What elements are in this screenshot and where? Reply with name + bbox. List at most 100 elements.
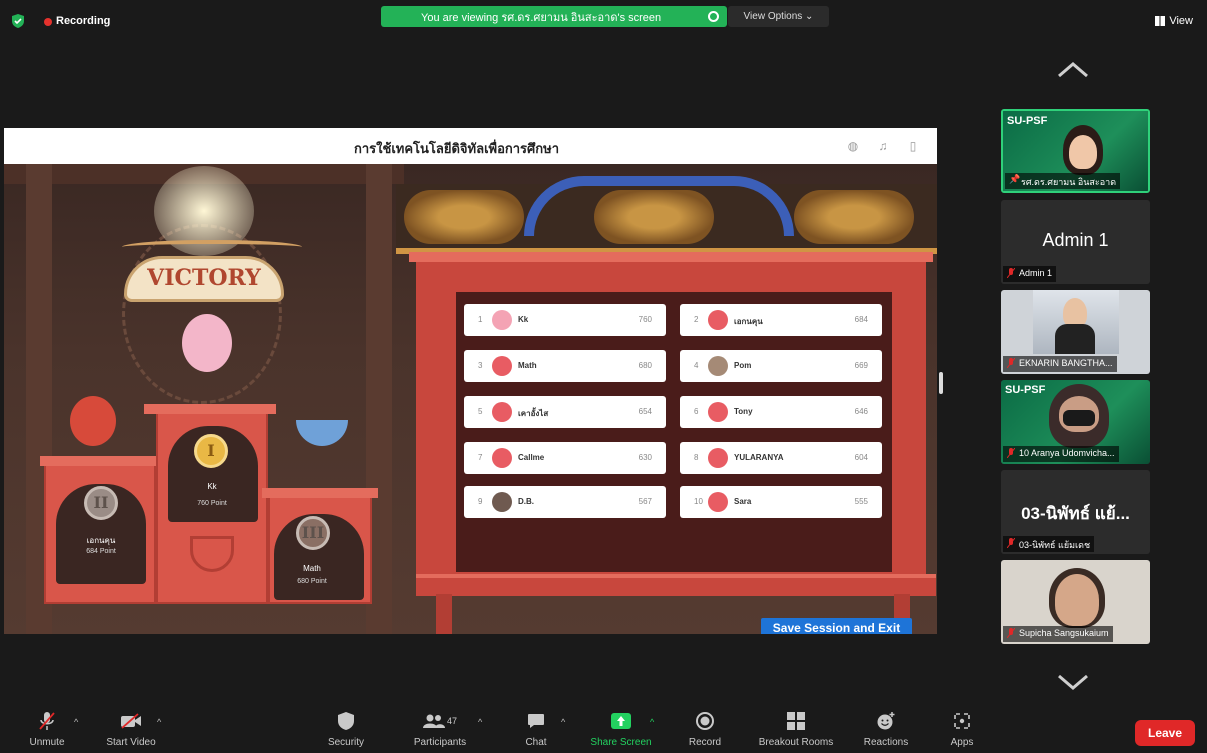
leaderboard-row: 6 Tony 646 [680,396,882,428]
rank-number: 6 [694,407,699,416]
start-video-button[interactable]: Start Video [98,711,164,748]
record-label: Record [688,737,722,748]
security-button[interactable]: Security [318,711,374,748]
leaderboard-row: 4 Pom 669 [680,350,882,382]
podium-third-top [262,488,378,498]
board-base [416,574,936,596]
participant-tag: SU-PSF [1007,115,1048,127]
status-dot-icon [708,11,719,22]
participant-tag: SU-PSF [1005,384,1046,396]
share-screen-caret-icon[interactable]: ^ [650,717,658,727]
podium-second-name: เอกนคุน [86,536,116,545]
splitter-handle[interactable] [939,372,943,394]
rank-number: 5 [478,407,483,416]
rank-number: 10 [694,497,703,506]
participant-tile[interactable]: SU-PSF 10 Aranya Udomvicha... [1001,380,1150,464]
music-icon[interactable]: ♫ [872,136,894,156]
participant-tile[interactable]: Supicha Sangsukaium [1001,560,1150,644]
participant-tile[interactable]: EKNARIN BANGTHA... [1001,290,1150,374]
trumpet-decoration [122,240,302,254]
share-screen-label: Share Screen [590,737,652,748]
leaderboard-row: 3 Math 680 [464,350,666,382]
save-session-and-exit-button[interactable]: Save Session and Exit [761,618,912,634]
record-button[interactable]: Record [680,711,730,748]
participant-name-label: 10 Aranya Udomvicha... [1003,446,1119,462]
leaderboard-scene: VICTORY II เอกนคุน 684 Point I Kk 760 Po… [4,164,937,634]
participant-tile[interactable]: SU-PSF 📌 รศ.ดร.ศยามน อินสะอาด [1001,109,1150,193]
player-score: 654 [638,407,652,416]
rank-number: 1 [478,315,483,324]
podium-second-top [40,456,160,466]
podium-first-points: 760 Point [197,500,227,507]
view-button[interactable]: View [1155,15,1193,27]
participant-name-label: 03-นิพัทธ์ แย้มเดช [1003,536,1095,552]
podium-third-name: Math [303,564,321,573]
rank-number: 9 [478,497,483,506]
fullscreen-icon[interactable]: ▯ [902,136,924,156]
rank-number: 3 [478,361,483,370]
podium-first-name: Kk [207,482,217,491]
player-score: 646 [854,407,868,416]
ornament-decoration [794,190,914,244]
player-name: Kk [518,315,529,324]
player-avatar [708,448,728,468]
globe-icon[interactable]: ◍ [842,136,864,156]
unmute-button[interactable]: Unmute [22,711,72,748]
player-avatar [492,356,512,376]
recording-dot-icon [44,18,52,26]
participants-caret-icon[interactable]: ^ [478,717,486,727]
viewing-banner-text: You are viewing รศ.ดร.ศยามน อินสะอาด's s… [421,11,662,24]
apps-icon [954,713,970,729]
apps-button[interactable]: Apps [940,711,984,748]
board-leg [436,594,452,634]
shield-icon[interactable] [12,14,24,28]
chevron-up-icon[interactable] [1055,60,1091,80]
participants-count: 47 [446,716,457,726]
roof-arch-decoration [524,176,794,236]
rank-number: 7 [478,453,483,462]
participant-display-name: 03-นิพัทธ์ แย้... [1021,504,1130,523]
leaderboard-row: 9 D.B. 567 [464,486,666,518]
player-score: 567 [638,497,652,506]
podium-first-top [144,404,276,414]
player-name: Pom [734,361,752,370]
view-options-button[interactable]: View Options ⌄ [728,6,829,27]
viewing-banner: You are viewing รศ.ดร.ศยามน อินสะอาด's s… [381,6,727,27]
victory-banner: VICTORY [124,256,284,302]
participant-suit [1055,324,1095,354]
participant-name: Admin 1 [1019,268,1053,278]
video-options-caret-icon[interactable]: ^ [157,717,165,727]
reactions-button[interactable]: Reactions [856,711,916,748]
player-name: YULARANYA [734,453,784,462]
chevron-down-icon[interactable] [1055,672,1091,692]
player-score: 555 [854,497,868,506]
player-avatar [492,492,512,512]
player-score: 680 [638,361,652,370]
breakout-rooms-button[interactable]: Breakout Rooms [748,711,844,748]
shared-screen: การใช้เทคโนโลยีดิจิทัลเพื่อการศึกษา ◍ ♫ … [4,128,937,634]
leave-button[interactable]: Leave [1135,720,1195,746]
share-screen-button[interactable]: Share Screen [582,711,660,748]
security-label: Security [327,737,365,748]
audio-options-caret-icon[interactable]: ^ [74,717,82,727]
chat-caret-icon[interactable]: ^ [561,717,569,727]
record-icon [696,712,714,730]
pin-icon: 📌 [1009,174,1021,184]
player-avatar [708,356,728,376]
participant-name: Supicha Sangsukaium [1019,628,1109,638]
chat-button[interactable]: Chat [516,711,556,748]
face-mask [1063,410,1095,426]
share-screen-icon [611,713,631,729]
player-score: 760 [638,315,652,324]
player-avatar [708,310,728,330]
mic-muted-icon [39,712,55,730]
breakout-rooms-icon [787,712,805,730]
player-avatar [492,310,512,330]
participant-tile[interactable]: Admin 1 Admin 1 [1001,200,1150,284]
winner-mascot [182,314,232,372]
participants-button[interactable]: 47 Participants [404,711,476,748]
participant-tile[interactable]: 03-นิพัทธ์ แย้... 03-นิพัทธ์ แย้มเดช [1001,470,1150,554]
player-avatar [492,402,512,422]
leaderboard-row: 10 Sara 555 [680,486,882,518]
recording-label[interactable]: Recording [56,15,110,27]
